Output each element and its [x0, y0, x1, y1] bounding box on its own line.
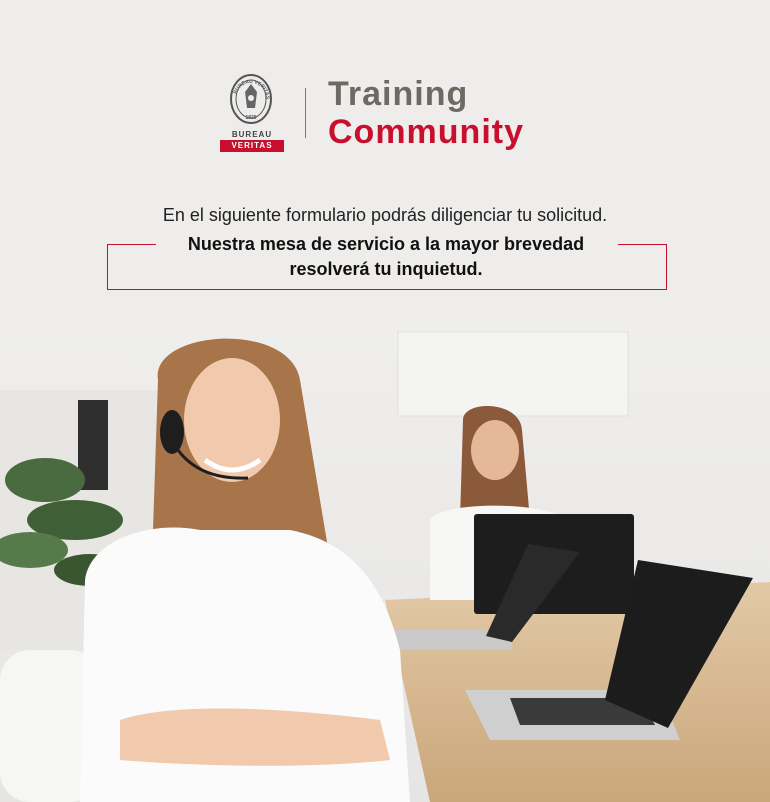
seal-icon: BUREAU VERITAS 1828	[230, 74, 272, 124]
logo-word-veritas: VERITAS	[220, 140, 284, 152]
notice-line-1: Nuestra mesa de servicio a la mayor brev…	[187, 234, 585, 254]
notice-frame-top-left	[108, 244, 156, 245]
brand-title-training: Training	[328, 75, 469, 113]
bureau-veritas-logo: BUREAU VERITAS 1828 BUREAU VERITAS	[220, 72, 284, 156]
headset-icon	[160, 410, 184, 454]
wall-frame	[397, 331, 629, 417]
seal-year: 1828	[245, 115, 256, 121]
hero-photo	[0, 320, 770, 802]
intro-text: En el siguiente formulario podrás dilige…	[162, 205, 608, 225]
notice-frame-top-right	[618, 244, 666, 245]
logo-word-bureau: BUREAU	[231, 130, 273, 139]
brand-title-community: Community	[328, 113, 524, 151]
notice-line-2: resolverá tu inquietud.	[289, 259, 483, 279]
logo-divider	[305, 88, 306, 138]
notice-text: Nuestra mesa de servicio a la mayor brev…	[157, 232, 615, 282]
